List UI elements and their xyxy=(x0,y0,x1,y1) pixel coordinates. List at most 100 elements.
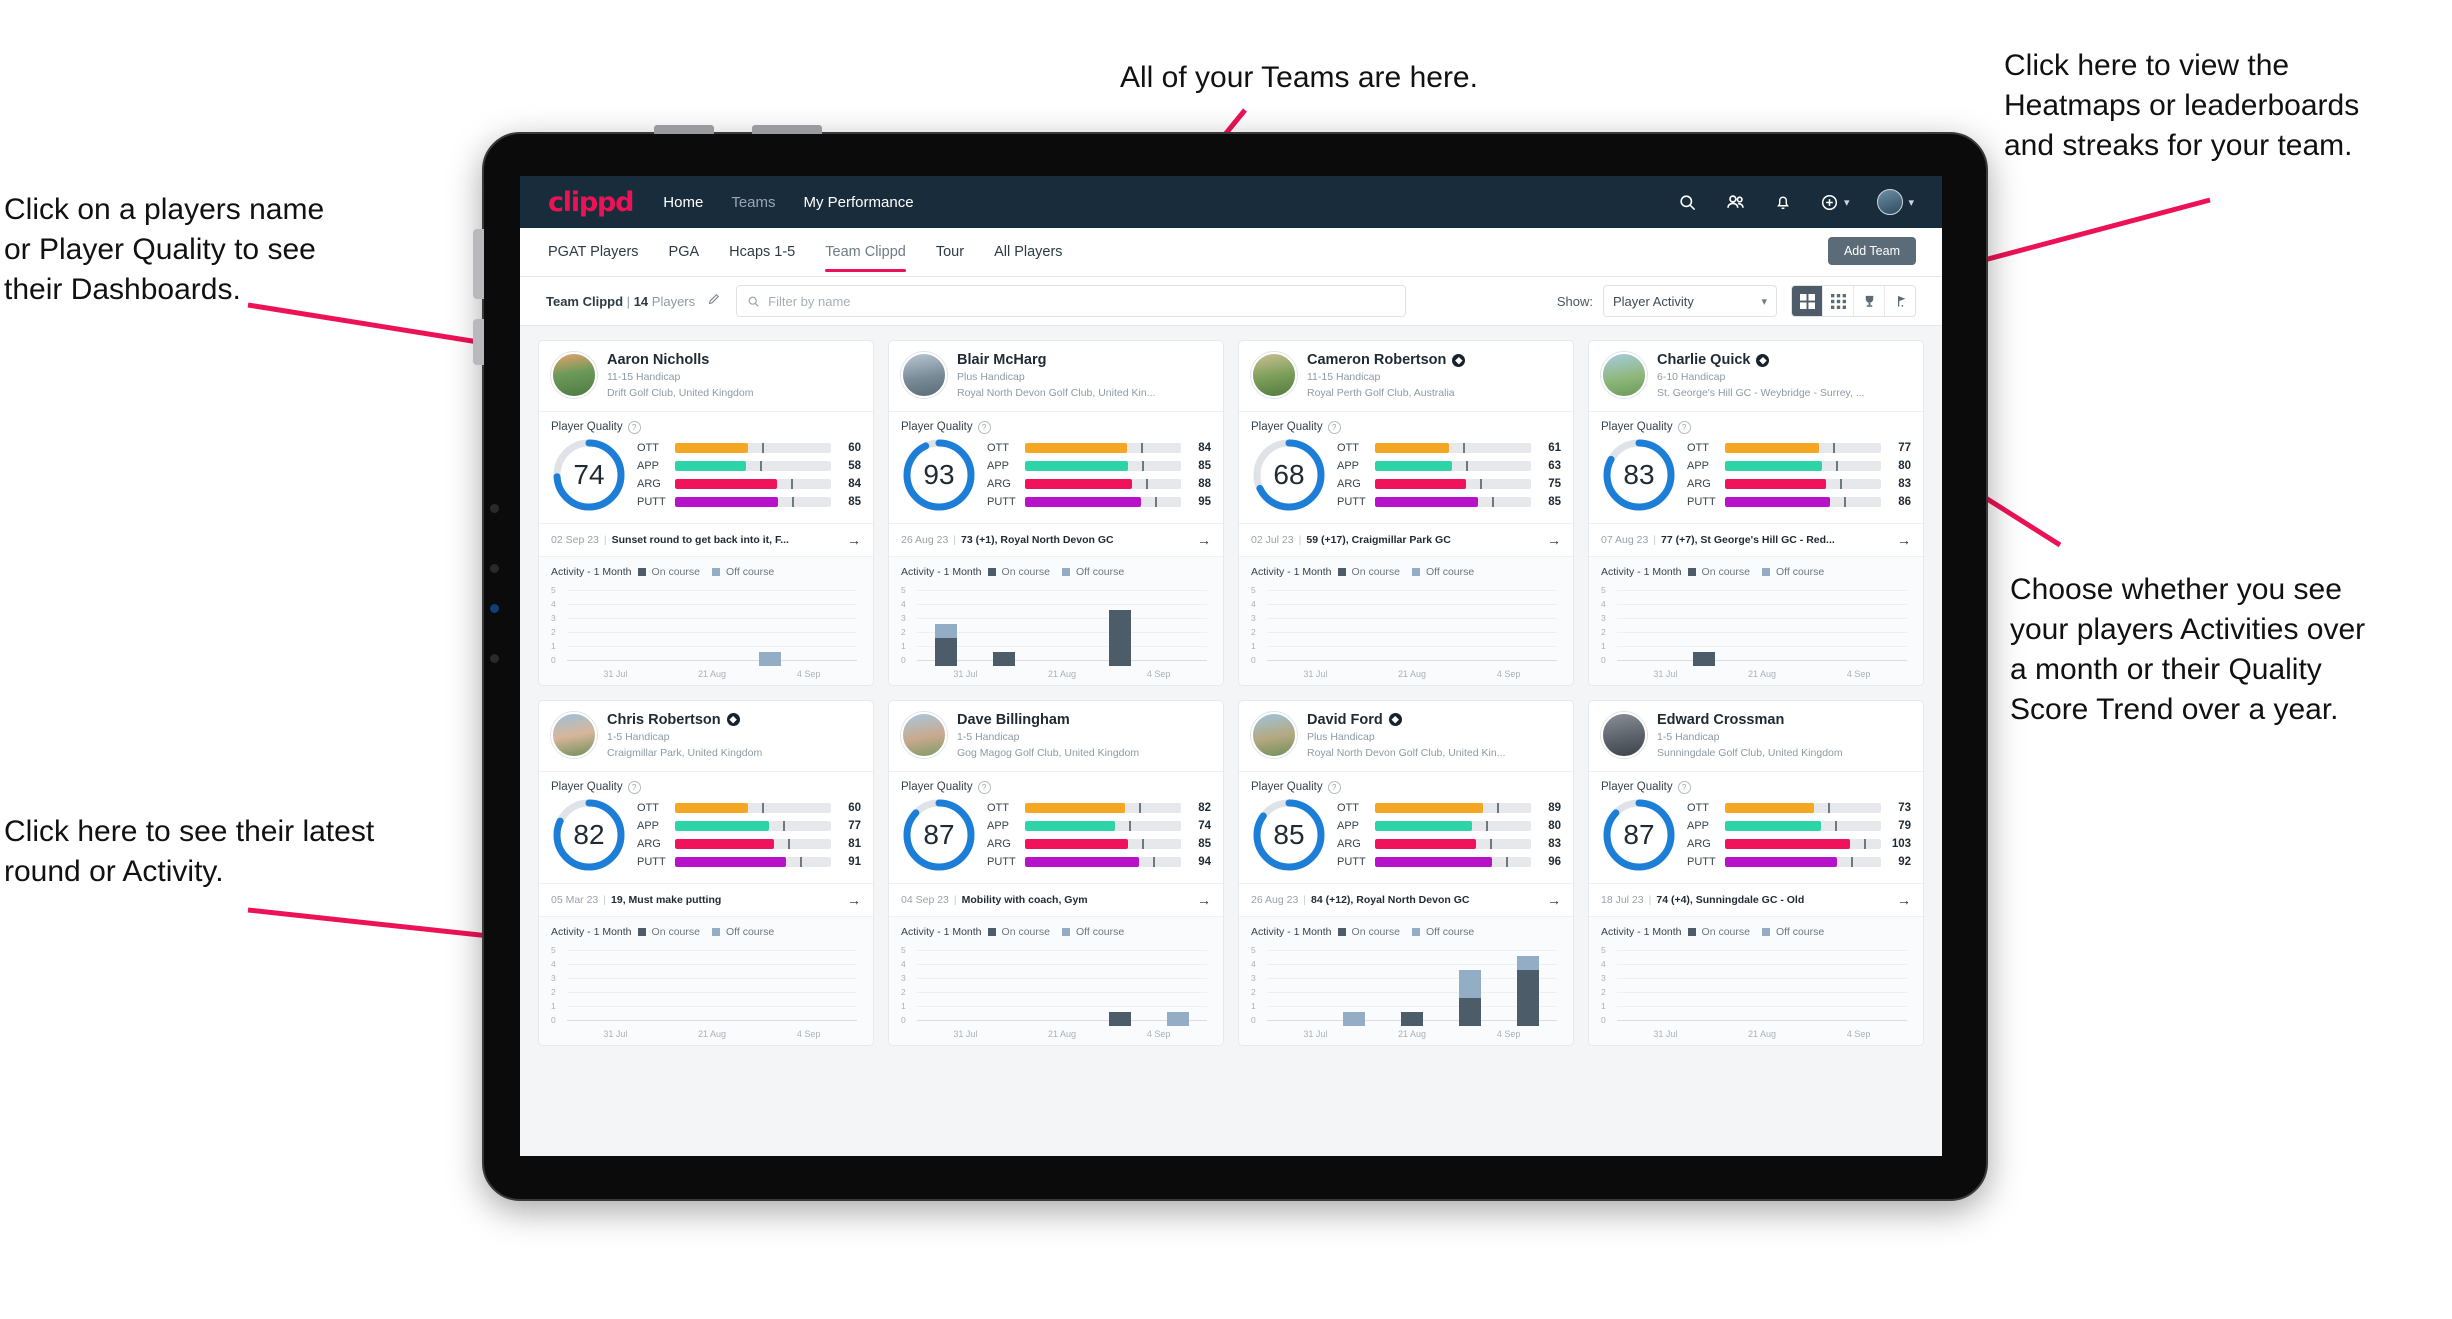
player-quality-section[interactable]: Player Quality? 87 OTT 73 APP 79 ARG 103 PUTT 92 xyxy=(1589,772,1923,884)
help-icon[interactable]: ? xyxy=(627,420,641,434)
clippd-logo[interactable]: clippd xyxy=(548,187,635,218)
help-icon[interactable]: ? xyxy=(1677,420,1691,434)
player-avatar[interactable] xyxy=(551,711,597,758)
player-name[interactable]: Edward Crossman xyxy=(1657,712,1843,728)
latest-round-row[interactable]: 18 Jul 23 | 74 (+4), Sunningdale GC - Old → xyxy=(1589,883,1923,917)
player-avatar[interactable] xyxy=(901,352,947,398)
player-card[interactable]: Chris Robertson ◆ 1-5 Handicap Craigmillar … xyxy=(538,699,874,1046)
player-quality-section[interactable]: Player Quality? 68 OTT 61 APP 63 ARG 75 PUTT 85 xyxy=(1239,412,1573,524)
player-card[interactable]: Edward Crossman 1-5 Handicap Sunningdale G… xyxy=(1588,699,1924,1046)
player-name[interactable]: Charlie Quick ◆ xyxy=(1657,352,1865,368)
dense-grid-icon[interactable] xyxy=(1823,286,1854,316)
arrow-right-icon[interactable]: → xyxy=(1197,532,1211,548)
show-select[interactable]: Player Activity ▾ xyxy=(1603,285,1777,317)
add-team-button[interactable]: Add Team xyxy=(1827,237,1916,265)
player-name[interactable]: Dave Billingham xyxy=(957,712,1139,728)
metric-bar-fill xyxy=(1725,856,1837,867)
tab-pga[interactable]: PGA xyxy=(669,228,700,276)
quality-metric-row: PUTT 91 xyxy=(637,853,861,871)
edit-pencil-icon[interactable] xyxy=(707,291,722,311)
help-icon[interactable]: ? xyxy=(1677,780,1691,794)
metric-bar-track xyxy=(1725,496,1881,507)
metric-value: 77 xyxy=(1898,441,1911,454)
tab-tour[interactable]: Tour xyxy=(936,228,964,276)
quality-metric-row: ARG 103 xyxy=(1687,835,1911,853)
quality-metric-row: APP 80 xyxy=(1337,817,1561,835)
legend-label-off-course: Off course xyxy=(725,565,775,578)
player-quality-section[interactable]: Player Quality? 83 OTT 77 APP 80 ARG 83 PUTT 86 xyxy=(1589,412,1923,524)
nav-link-my-performance[interactable]: My Performance xyxy=(804,194,914,211)
player-avatar[interactable] xyxy=(901,711,947,758)
help-icon[interactable]: ? xyxy=(1327,420,1341,434)
player-club: Royal Perth Golf Club, Australia xyxy=(1307,387,1455,400)
player-card[interactable]: Cameron Robertson ◆ 11-15 Handicap Royal Pe… xyxy=(1238,340,1574,686)
player-card[interactable]: Charlie Quick ◆ 6-10 Handicap St. George's … xyxy=(1588,340,1924,686)
latest-round-row[interactable]: 07 Aug 23 | 77 (+7), St George's Hill GC -… xyxy=(1589,523,1923,557)
help-icon[interactable]: ? xyxy=(627,780,641,794)
arrow-right-icon[interactable]: → xyxy=(1897,892,1911,908)
arrow-right-icon[interactable]: → xyxy=(1197,892,1211,908)
activity-gridline xyxy=(1617,949,1907,951)
player-avatar[interactable] xyxy=(1601,711,1647,758)
player-name[interactable]: Blair McHarg xyxy=(957,352,1155,368)
avatar[interactable]: ▾ xyxy=(1877,189,1914,215)
player-card-header: Charlie Quick ◆ 6-10 Handicap St. George's … xyxy=(1589,341,1923,412)
player-avatar[interactable] xyxy=(1251,711,1297,758)
player-name[interactable]: Cameron Robertson ◆ xyxy=(1307,352,1466,368)
legend-swatch-off-course xyxy=(1761,567,1770,576)
people-icon[interactable] xyxy=(1725,192,1746,213)
nav-link-home[interactable]: Home xyxy=(663,194,703,211)
player-card[interactable]: Aaron Nicholls 11-15 Handicap Drift Golf C… xyxy=(538,340,874,686)
latest-round-row[interactable]: 26 Aug 23 | 84 (+12), Royal North Devon GC… xyxy=(1239,883,1573,917)
player-card[interactable]: Dave Billingham 1-5 Handicap Gog Magog Gol… xyxy=(888,699,1224,1046)
help-icon[interactable]: ? xyxy=(977,780,991,794)
player-name[interactable]: Chris Robertson ◆ xyxy=(607,712,762,728)
arrow-right-icon[interactable]: → xyxy=(847,532,861,548)
metric-bar-fill xyxy=(1725,478,1826,489)
player-quality-section[interactable]: Player Quality? 82 OTT 60 APP 77 ARG 81 PUTT 91 xyxy=(539,772,873,884)
player-quality-section[interactable]: Player Quality? 93 OTT 84 APP 85 ARG 88 PUTT 95 xyxy=(889,412,1223,524)
player-quality-label: Player Quality xyxy=(1251,781,1323,794)
search-input[interactable]: Filter by name xyxy=(736,285,1407,317)
search-icon[interactable] xyxy=(1678,193,1697,212)
latest-round-row[interactable]: 04 Sep 23 | Mobility with coach, Gym → xyxy=(889,883,1223,917)
player-quality-section[interactable]: Player Quality? 74 OTT 60 APP 58 ARG 84 PUTT 85 xyxy=(539,412,873,524)
latest-round-row[interactable]: 02 Jul 23 | 59 (+17), Craigmillar Park GC → xyxy=(1239,523,1573,557)
player-name[interactable]: Aaron Nicholls xyxy=(607,352,753,368)
player-name[interactable]: David Ford ◆ xyxy=(1307,712,1505,728)
player-avatar[interactable] xyxy=(1601,352,1647,398)
player-quality-section[interactable]: Player Quality? 85 OTT 89 APP 80 ARG 83 PUTT 96 xyxy=(1239,772,1573,884)
add-circle-icon[interactable]: ▾ xyxy=(1820,193,1849,212)
tab-all-players[interactable]: All Players xyxy=(994,228,1063,276)
latest-round-row[interactable]: 26 Aug 23 | 73 (+1), Royal North Devon GC → xyxy=(889,523,1223,557)
latest-round-date: 26 Aug 23 xyxy=(901,533,949,546)
quality-metric-row: OTT 60 xyxy=(637,799,861,817)
nav-link-teams[interactable]: Teams xyxy=(731,194,775,211)
tab-pgat-players[interactable]: PGAT Players xyxy=(548,228,639,276)
grid-view-icon[interactable] xyxy=(1792,286,1823,316)
trophy-icon[interactable] xyxy=(1854,286,1885,316)
help-icon[interactable]: ? xyxy=(977,420,991,434)
player-card[interactable]: David Ford ◆ Plus Handicap Royal North Devo… xyxy=(1238,699,1574,1046)
quality-metric-row: PUTT 86 xyxy=(1687,493,1911,511)
arrow-right-icon[interactable]: → xyxy=(1547,892,1561,908)
metric-label: OTT xyxy=(1687,801,1709,814)
help-icon[interactable]: ? xyxy=(1327,780,1341,794)
player-avatar[interactable] xyxy=(1251,352,1297,398)
arrow-right-icon[interactable]: → xyxy=(1547,532,1561,548)
latest-round-row[interactable]: 05 Mar 23 | 19, Must make putting → xyxy=(539,883,873,917)
metric-value: 79 xyxy=(1898,819,1911,832)
quality-metrics: OTT 61 APP 63 ARG 75 PUTT 85 xyxy=(1337,439,1561,511)
arrow-right-icon[interactable]: → xyxy=(847,892,861,908)
player-quality-section[interactable]: Player Quality? 87 OTT 82 APP 74 ARG 85 PUTT 94 xyxy=(889,772,1223,884)
bell-icon[interactable] xyxy=(1774,193,1792,211)
arrow-right-icon[interactable]: → xyxy=(1897,532,1911,548)
metric-bar-track xyxy=(1375,478,1531,489)
latest-round-row[interactable]: 02 Sep 23 | Sunset round to get back into … xyxy=(539,523,873,557)
golf-flag-icon[interactable] xyxy=(1885,286,1915,316)
tab-team-clippd[interactable]: Team Clippd xyxy=(825,228,906,276)
player-card[interactable]: Blair McHarg Plus Handicap Royal North Dev… xyxy=(888,340,1224,686)
player-avatar[interactable] xyxy=(551,352,597,398)
tab-hcaps-1-5[interactable]: Hcaps 1-5 xyxy=(729,228,795,276)
avatar-image xyxy=(1877,189,1904,215)
